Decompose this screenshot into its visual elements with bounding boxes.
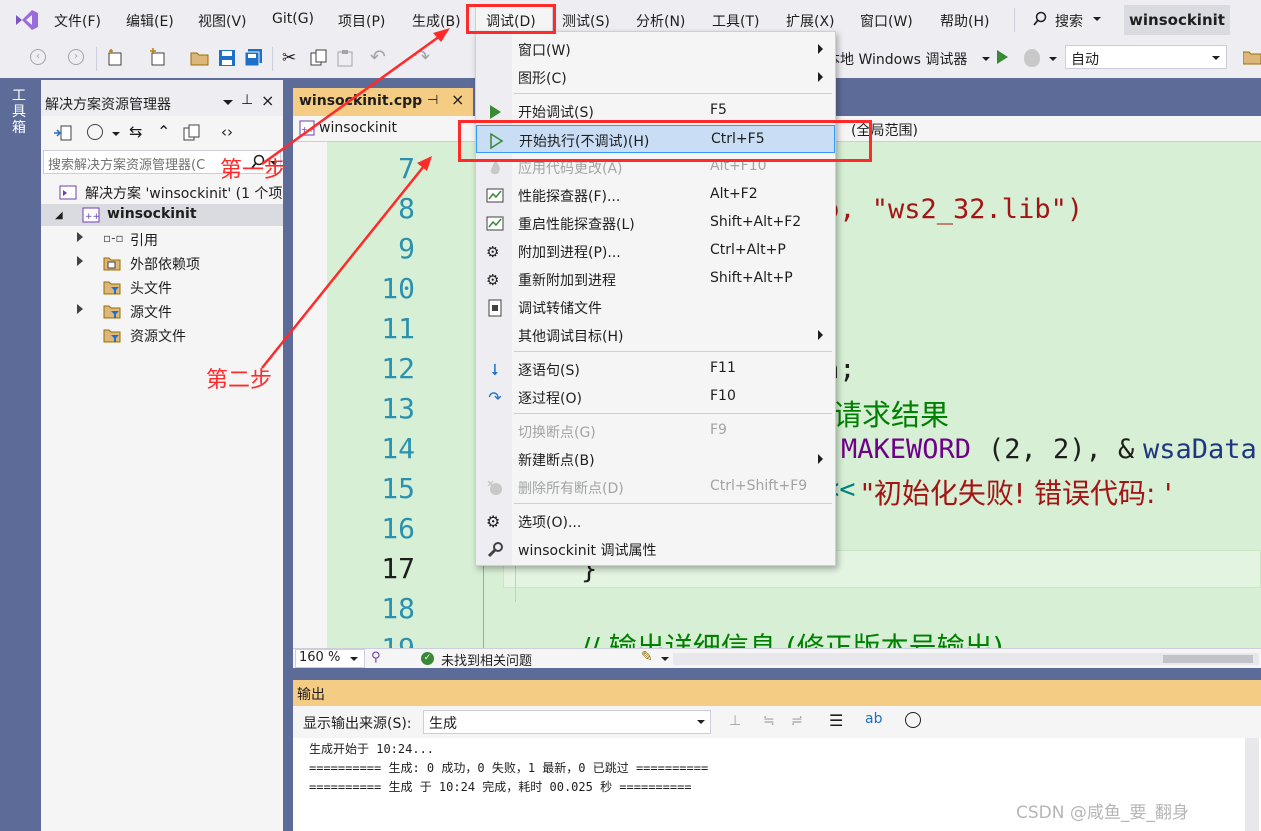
watermark: CSDN @咸鱼_要_翻身	[1016, 803, 1189, 823]
annotation-arrows	[261, 28, 450, 369]
step1-annotation: 第一步	[220, 158, 287, 183]
step2-annotation: 第二步	[206, 368, 273, 393]
